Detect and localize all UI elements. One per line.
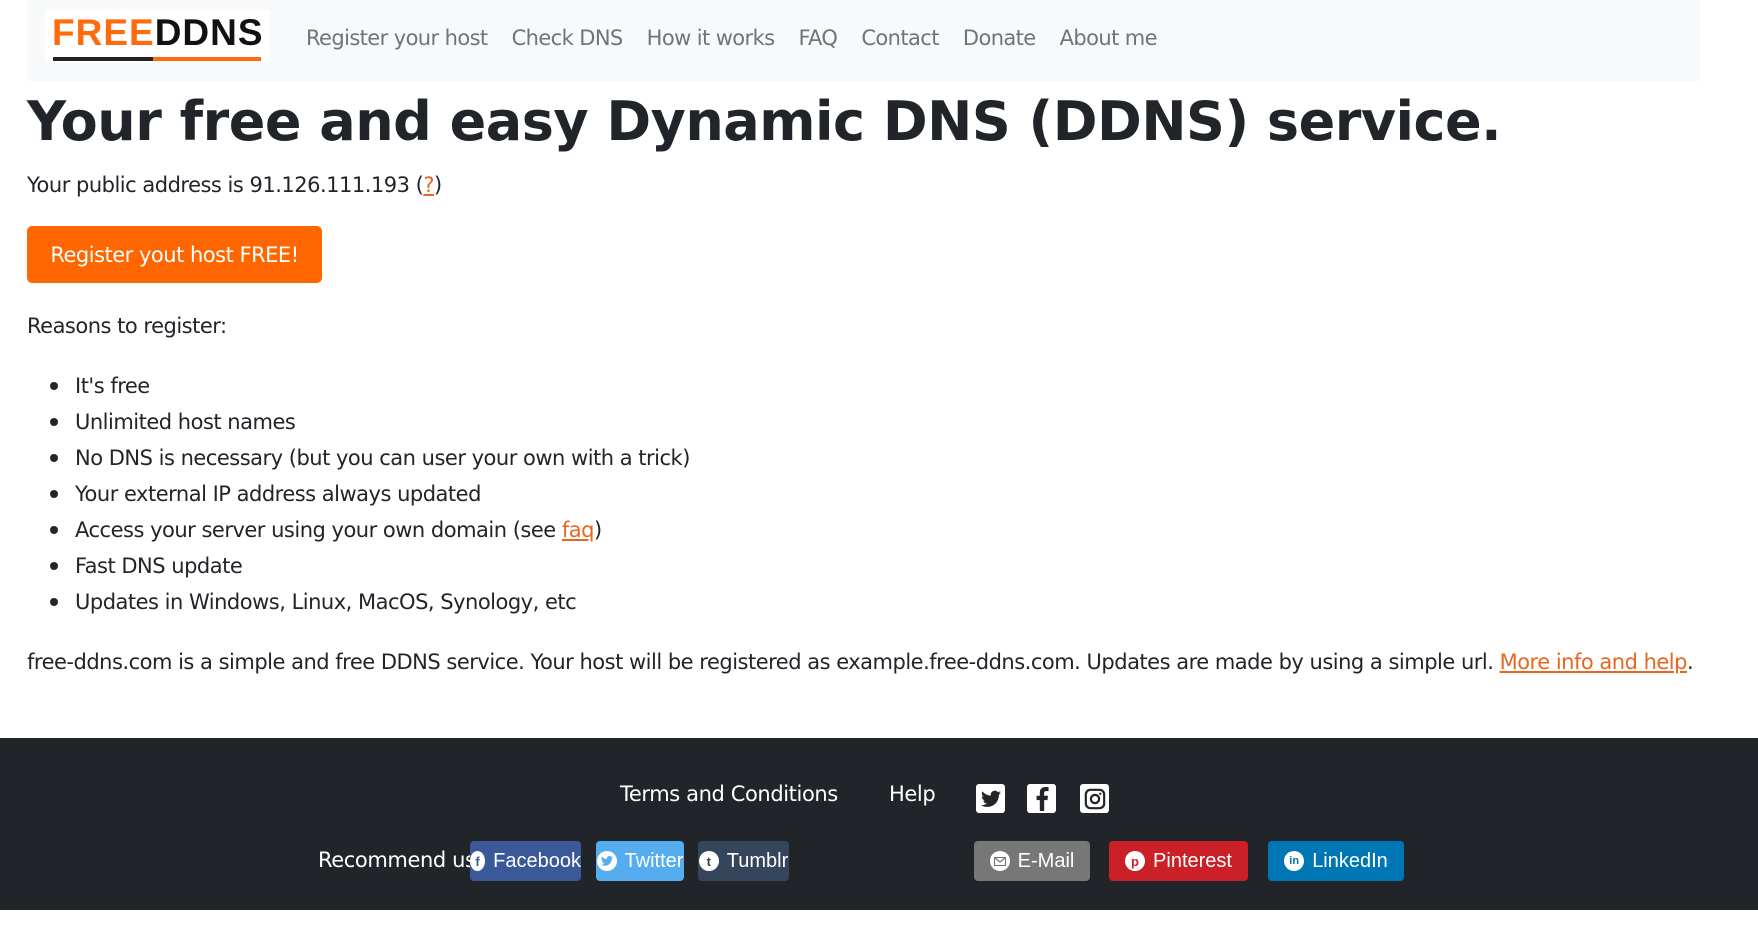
- navbar: FREEDDNS Register your host Check DNS Ho…: [27, 0, 1700, 81]
- logo-underline-orange: [153, 57, 261, 61]
- share-email-button[interactable]: E-Mail: [974, 841, 1090, 881]
- more-info-link[interactable]: More info and help: [1500, 650, 1688, 674]
- about-paragraph: free-ddns.com is a simple and free DDNS …: [27, 650, 1694, 674]
- share-pinterest-button[interactable]: p Pinterest: [1109, 841, 1248, 881]
- nav-register-host[interactable]: Register your host: [306, 26, 488, 50]
- address-help-link[interactable]: ?: [423, 173, 434, 197]
- share-linkedin-button[interactable]: in LinkedIn: [1268, 841, 1404, 881]
- public-address: Your public address is 91.126.111.193 (?…: [27, 173, 442, 197]
- nav-how-it-works[interactable]: How it works: [647, 26, 775, 50]
- nav-check-dns[interactable]: Check DNS: [512, 26, 624, 50]
- logo-underline-dark: [53, 57, 153, 61]
- nav-links: Register your host Check DNS How it work…: [306, 0, 1181, 76]
- instagram-icon[interactable]: [1080, 784, 1109, 813]
- nav-about-me[interactable]: About me: [1060, 26, 1158, 50]
- pinterest-icon: p: [1125, 851, 1146, 871]
- reasons-list: It's free Unlimited host names No DNS is…: [0, 368, 690, 620]
- bullet-icon: [50, 526, 58, 534]
- email-icon: [989, 851, 1010, 871]
- list-item: Fast DNS update: [0, 548, 690, 584]
- share-facebook-button[interactable]: f Facebook: [470, 841, 581, 881]
- list-item: It's free: [0, 368, 690, 404]
- share-tumblr-button[interactable]: t Tumblr: [698, 841, 789, 881]
- bullet-icon: [50, 490, 58, 498]
- linkedin-icon: in: [1284, 851, 1305, 871]
- nav-donate[interactable]: Donate: [963, 26, 1036, 50]
- nav-contact[interactable]: Contact: [861, 26, 939, 50]
- help-link[interactable]: Help: [889, 774, 936, 814]
- twitter-icon: [596, 851, 617, 871]
- page-title: Your free and easy Dynamic DNS (DDNS) se…: [27, 90, 1502, 153]
- footer: Terms and Conditions Help Recommend us o…: [0, 738, 1758, 910]
- share-twitter-button[interactable]: Twitter: [596, 841, 684, 881]
- bullet-icon: [50, 382, 58, 390]
- nav-faq[interactable]: FAQ: [798, 26, 837, 50]
- tumblr-icon: t: [698, 851, 719, 871]
- bullet-icon: [50, 454, 58, 462]
- logo-text: FREEDDNS: [52, 12, 264, 53]
- twitter-icon[interactable]: [976, 784, 1005, 813]
- list-item: Unlimited host names: [0, 404, 690, 440]
- faq-link[interactable]: faq: [562, 518, 595, 542]
- list-item: Updates in Windows, Linux, MacOS, Synolo…: [0, 584, 690, 620]
- logo[interactable]: FREEDDNS: [45, 10, 270, 62]
- list-item: No DNS is necessary (but you can user yo…: [0, 440, 690, 476]
- reasons-label: Reasons to register:: [27, 314, 227, 338]
- list-item: Your external IP address always updated: [0, 476, 690, 512]
- bullet-icon: [50, 562, 58, 570]
- facebook-icon: f: [470, 851, 486, 871]
- facebook-icon[interactable]: [1027, 784, 1056, 813]
- footer-links: Terms and Conditions Help: [0, 774, 1758, 814]
- register-host-button[interactable]: Register yout host FREE!: [27, 226, 322, 283]
- list-item: Access your server using your own domain…: [0, 512, 690, 548]
- bullet-icon: [50, 418, 58, 426]
- bullet-icon: [50, 598, 58, 606]
- terms-link[interactable]: Terms and Conditions: [620, 774, 838, 814]
